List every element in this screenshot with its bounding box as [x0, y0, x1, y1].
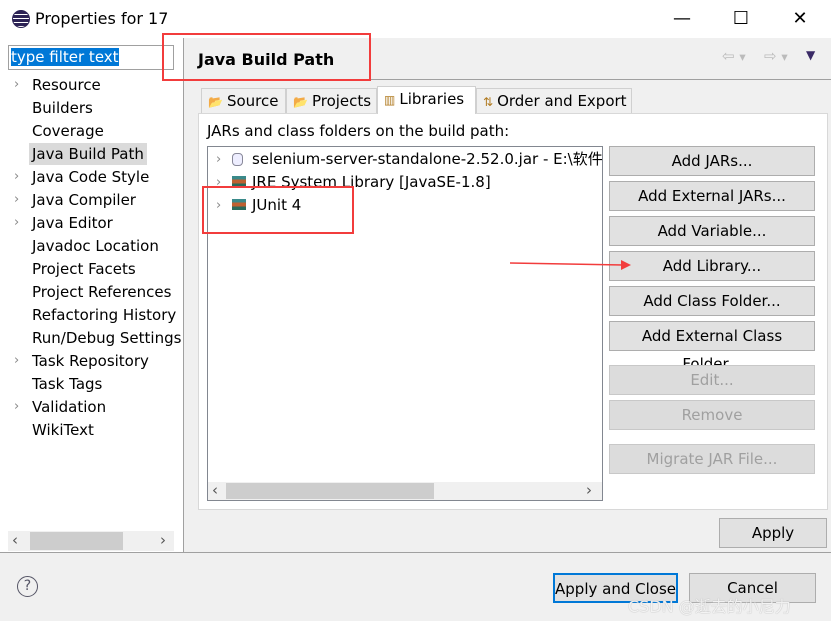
title-bar: Properties for 17 — ☐ ✕ — [0, 0, 831, 38]
chevron-right-icon[interactable]: › — [14, 74, 19, 96]
tree-item-label: Task Repository — [32, 352, 149, 370]
filter-text: type filter text — [11, 48, 119, 66]
tree-item[interactable]: WikiText — [0, 419, 184, 441]
tree-item-label: Validation — [32, 398, 107, 416]
jar-icon — [232, 153, 243, 166]
add-external-class-folder-button[interactable]: Add External Class Folder... — [609, 321, 815, 373]
tree-item-label: Refactoring History — [32, 306, 177, 324]
add-class-folder-button[interactable]: Add Class Folder... — [609, 286, 815, 316]
tab-order-and-export[interactable]: ⇅ Order and Export — [476, 88, 632, 113]
annotation-box-title — [162, 33, 371, 81]
filter-input[interactable]: type filter text — [8, 45, 174, 70]
scroll-thumb[interactable] — [226, 483, 434, 499]
chevron-right-icon[interactable]: › — [14, 166, 19, 188]
libraries-caption: JARs and class folders on the build path… — [207, 122, 510, 140]
projects-icon: 📂 — [293, 95, 308, 109]
window-title: Properties for 17 — [35, 9, 169, 28]
tree-item-label: Java Compiler — [32, 191, 136, 209]
tree-item[interactable]: Run/Debug Settings — [0, 327, 184, 349]
tree-item-label: Coverage — [32, 122, 104, 140]
forward-arrow-icon[interactable]: ⇨ ▾ — [764, 47, 788, 65]
tree-item-label: WikiText — [32, 421, 94, 439]
tree-item[interactable]: › Validation — [0, 396, 184, 418]
tree-item[interactable]: Refactoring History — [0, 304, 184, 326]
chevron-right-icon[interactable]: › — [14, 350, 19, 372]
eclipse-logo-icon — [12, 10, 30, 28]
add-external-jars-button[interactable]: Add External JARs... — [609, 181, 815, 211]
chevron-right-icon[interactable]: › — [14, 189, 19, 211]
tree-item-label: Javadoc Location — [32, 237, 159, 255]
tree-item[interactable]: › Task Repository — [0, 350, 184, 372]
annotation-box-junit — [202, 186, 354, 234]
apply-button[interactable]: Apply — [719, 518, 827, 548]
tab-source[interactable]: 📂 Source — [201, 88, 286, 113]
chevron-right-icon[interactable]: › — [216, 148, 221, 171]
tree-item-label: Java Editor — [32, 214, 113, 232]
tree-item-label: Resource — [32, 76, 101, 94]
list-item[interactable]: › selenium-server-standalone-2.52.0.jar -… — [208, 148, 602, 171]
list-item-label: selenium-server-standalone-2.52.0.jar - … — [252, 150, 602, 168]
tree-horizontal-scrollbar[interactable]: ‹ › — [8, 531, 174, 551]
tree-item-label: Run/Debug Settings — [32, 329, 182, 347]
tree-item-label: Project Facets — [32, 260, 136, 278]
migrate-jar-file-button[interactable]: Migrate JAR File... — [609, 444, 815, 474]
tree-item[interactable]: › Java Code Style — [0, 166, 184, 188]
tree-item[interactable]: Java Build Path — [0, 143, 184, 165]
tree-item-label: Task Tags — [32, 375, 103, 393]
tab-label: Source — [226, 92, 279, 110]
tree-item-label: Builders — [32, 99, 93, 117]
watermark: CSDN @逝去的小尼力 — [628, 597, 791, 616]
tab-projects[interactable]: 📂 Projects — [286, 88, 377, 113]
maximize-button[interactable]: ☐ — [718, 6, 764, 32]
tree-item[interactable]: Javadoc Location — [0, 235, 184, 257]
tree-item[interactable]: Coverage — [0, 120, 184, 142]
add-jars-button[interactable]: Add JARs... — [609, 146, 815, 176]
tab-label: Projects — [311, 92, 372, 110]
scroll-left-icon[interactable]: ‹ — [12, 531, 18, 549]
chevron-right-icon[interactable]: › — [14, 396, 19, 418]
add-library-button[interactable]: Add Library... — [609, 251, 815, 281]
tree-item[interactable]: Builders — [0, 97, 184, 119]
tab-label: Libraries — [399, 90, 465, 108]
tree-item[interactable]: › Java Compiler — [0, 189, 184, 211]
chevron-right-icon[interactable]: › — [14, 212, 19, 234]
tree-item[interactable]: Project References — [0, 281, 184, 303]
annotation-arrow — [509, 260, 631, 270]
footer-separator — [0, 552, 831, 553]
source-icon: 📂 — [208, 95, 223, 109]
tab-libraries[interactable]: ▥ Libraries — [377, 86, 476, 114]
tree-item-label: Java Code Style — [32, 168, 150, 186]
edit-button[interactable]: Edit... — [609, 365, 815, 395]
tree-item[interactable]: › Resource — [0, 74, 184, 96]
libraries-icon: ▥ — [384, 93, 396, 107]
tree-item[interactable]: Task Tags — [0, 373, 184, 395]
tab-label: Order and Export — [497, 92, 627, 110]
scroll-left-icon[interactable]: ‹ — [212, 481, 218, 499]
list-horizontal-scrollbar[interactable]: ‹ › — [208, 481, 602, 500]
back-arrow-icon[interactable]: ⇦ ▾ — [722, 47, 746, 65]
tree-item[interactable]: › Java Editor — [0, 212, 184, 234]
scroll-right-icon[interactable]: › — [586, 481, 592, 499]
order-export-icon: ⇅ — [483, 95, 494, 109]
tree-item-label: Project References — [32, 283, 172, 301]
close-button[interactable]: ✕ — [777, 6, 823, 32]
scroll-right-icon[interactable]: › — [160, 531, 166, 549]
tree-item-label: Java Build Path — [29, 143, 147, 165]
scroll-thumb[interactable] — [30, 532, 123, 550]
add-variable-button[interactable]: Add Variable... — [609, 216, 815, 246]
view-menu-icon[interactable]: ▼ — [806, 48, 815, 62]
minimize-button[interactable]: — — [659, 6, 705, 32]
tree-item[interactable]: Project Facets — [0, 258, 184, 280]
help-icon[interactable]: ? — [17, 576, 38, 597]
remove-button[interactable]: Remove — [609, 400, 815, 430]
